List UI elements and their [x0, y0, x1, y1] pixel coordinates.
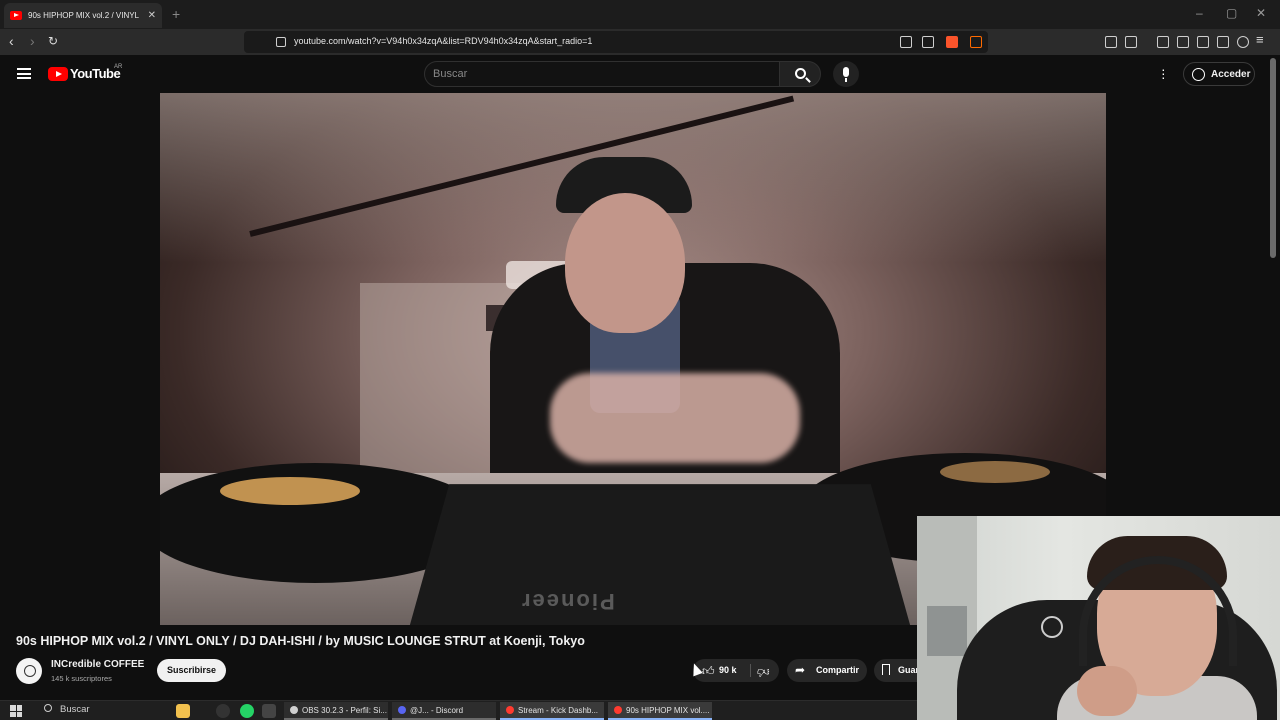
- search-box[interactable]: [424, 61, 780, 87]
- youtube-header: YouTube AR ··· Acceder: [0, 55, 1280, 93]
- brave-icon: [614, 706, 622, 714]
- brave-icon: [506, 706, 514, 714]
- share-button[interactable]: ➦ Compartir: [787, 659, 867, 682]
- dj-hands: [550, 373, 800, 463]
- account-icon: [1192, 68, 1205, 81]
- close-tab-icon[interactable]: ✕: [148, 10, 156, 21]
- whatsapp-icon[interactable]: [240, 704, 254, 718]
- new-tab-button[interactable]: +: [172, 6, 180, 22]
- webcam-overlay: [917, 516, 1280, 720]
- address-bar[interactable]: youtube.com/watch?v=V94h0x34zqA&list=RDV…: [244, 31, 988, 53]
- brave-shields-icon[interactable]: [946, 36, 958, 48]
- settings-menu-icon[interactable]: · · ·: [1161, 62, 1166, 84]
- taskbar-search-label: Buscar: [60, 704, 90, 715]
- country-code: AR: [114, 64, 123, 70]
- save-label: Guardar: [898, 665, 917, 675]
- browser-menu-icon[interactable]: ≡: [1256, 32, 1264, 47]
- like-icon[interactable]: 👍︎: [702, 664, 715, 679]
- discord-icon: [398, 706, 406, 714]
- taskbar-item-label: OBS 30.2.3 - Perfil: Si...: [302, 706, 387, 715]
- right-vinyl-label: [940, 461, 1050, 483]
- channel-name[interactable]: INCredible COFFEE: [51, 659, 144, 670]
- dj-head: [565, 193, 685, 333]
- like-dislike-group: 👍︎ 90 k 👍︎: [693, 659, 779, 682]
- page-scrollbar[interactable]: [1270, 58, 1276, 258]
- video-title: 90s HIPHOP MIX vol.2 / VINYL ONLY / DJ D…: [16, 634, 585, 648]
- leo-ai-icon[interactable]: [1217, 36, 1229, 48]
- chair-logo-icon: [1041, 616, 1063, 638]
- extensions-icon[interactable]: [1105, 36, 1117, 48]
- dj-mixer: [406, 484, 914, 625]
- site-settings-icon[interactable]: [276, 37, 286, 47]
- close-window-button[interactable]: ✕: [1256, 6, 1266, 20]
- sign-in-label: Acceder: [1211, 69, 1251, 80]
- os-taskbar: Buscar OBS 30.2.3 - Perfil: Si... @J... …: [0, 700, 917, 720]
- brave-rewards-icon[interactable]: [970, 36, 982, 48]
- youtube-logo-icon[interactable]: [48, 67, 68, 81]
- vpn-icon[interactable]: [1237, 36, 1249, 48]
- obs-icon: [290, 706, 298, 714]
- back-icon[interactable]: ‹: [9, 33, 14, 49]
- left-vinyl-label: [220, 477, 360, 505]
- dislike-icon[interactable]: 👍︎: [757, 664, 770, 679]
- search-icon: [795, 68, 806, 79]
- search-input[interactable]: [433, 68, 753, 80]
- browser-tab[interactable]: 90s HIPHOP MIX vol.2 / VINYL ✕: [4, 3, 162, 28]
- sign-in-button[interactable]: Acceder: [1183, 62, 1255, 86]
- voice-search-button[interactable]: [833, 61, 859, 87]
- wallet-icon[interactable]: [1125, 36, 1137, 48]
- save-bookmark-icon: [882, 664, 890, 675]
- media-icon[interactable]: [1157, 36, 1169, 48]
- like-count[interactable]: 90 k: [719, 665, 737, 675]
- capcut-icon[interactable]: [216, 704, 230, 718]
- taskbar-item-label: Stream - Kick Dashb...: [518, 706, 599, 715]
- taskbar-search[interactable]: Buscar: [44, 704, 90, 715]
- audio-app-icon[interactable]: [262, 704, 276, 718]
- windows-start-icon[interactable]: [10, 705, 22, 717]
- browser-toolbar: ‹ › ↻ youtube.com/watch?v=V94h0x34zqA&li…: [0, 29, 1280, 55]
- taskbar-item-discord[interactable]: @J... - Discord: [392, 702, 496, 720]
- maximize-button[interactable]: ▢: [1226, 6, 1237, 20]
- taskbar-item-youtube[interactable]: 90s HIPHOP MIX vol....: [608, 702, 712, 720]
- microphone-icon: [843, 67, 849, 77]
- browser-tab-strip: 90s HIPHOP MIX vol.2 / VINYL ✕ + – ▢ ✕: [0, 0, 1280, 29]
- cast-icon[interactable]: [900, 36, 912, 48]
- url-text: youtube.com/watch?v=V94h0x34zqA&list=RDV…: [294, 36, 593, 46]
- youtube-favicon-icon: [10, 11, 22, 20]
- search-icon: [44, 704, 52, 712]
- subscribe-button[interactable]: Suscribirse: [157, 659, 226, 682]
- youtube-logo-text[interactable]: YouTube: [70, 66, 121, 81]
- minimize-button[interactable]: –: [1196, 6, 1203, 20]
- channel-subscriber-count: 145 k suscriptores: [51, 674, 112, 683]
- guide-menu-icon[interactable]: [17, 68, 31, 79]
- taskbar-item-label: @J... - Discord: [410, 706, 464, 715]
- share-label: Compartir: [816, 665, 860, 675]
- share-icon: ➦: [795, 663, 806, 677]
- mixer-brand-text: Pioneer: [520, 589, 615, 614]
- share-page-icon[interactable]: [922, 36, 934, 48]
- forward-icon[interactable]: ›: [30, 33, 35, 49]
- search-button[interactable]: [779, 61, 821, 87]
- taskbar-item-label: 90s HIPHOP MIX vol....: [626, 706, 710, 715]
- sidebar-icon[interactable]: [1177, 36, 1189, 48]
- taskbar-item-kick[interactable]: Stream - Kick Dashb...: [500, 702, 604, 720]
- taskbar-item-obs[interactable]: OBS 30.2.3 - Perfil: Si...: [284, 702, 388, 720]
- save-button[interactable]: Guardar: [874, 659, 917, 682]
- reload-icon[interactable]: ↻: [48, 34, 58, 48]
- browser-tab-title: 90s HIPHOP MIX vol.2 / VINYL: [28, 11, 140, 20]
- copilot-icon[interactable]: [176, 704, 190, 718]
- tab-search-icon[interactable]: [1197, 36, 1209, 48]
- channel-avatar[interactable]: [16, 658, 42, 684]
